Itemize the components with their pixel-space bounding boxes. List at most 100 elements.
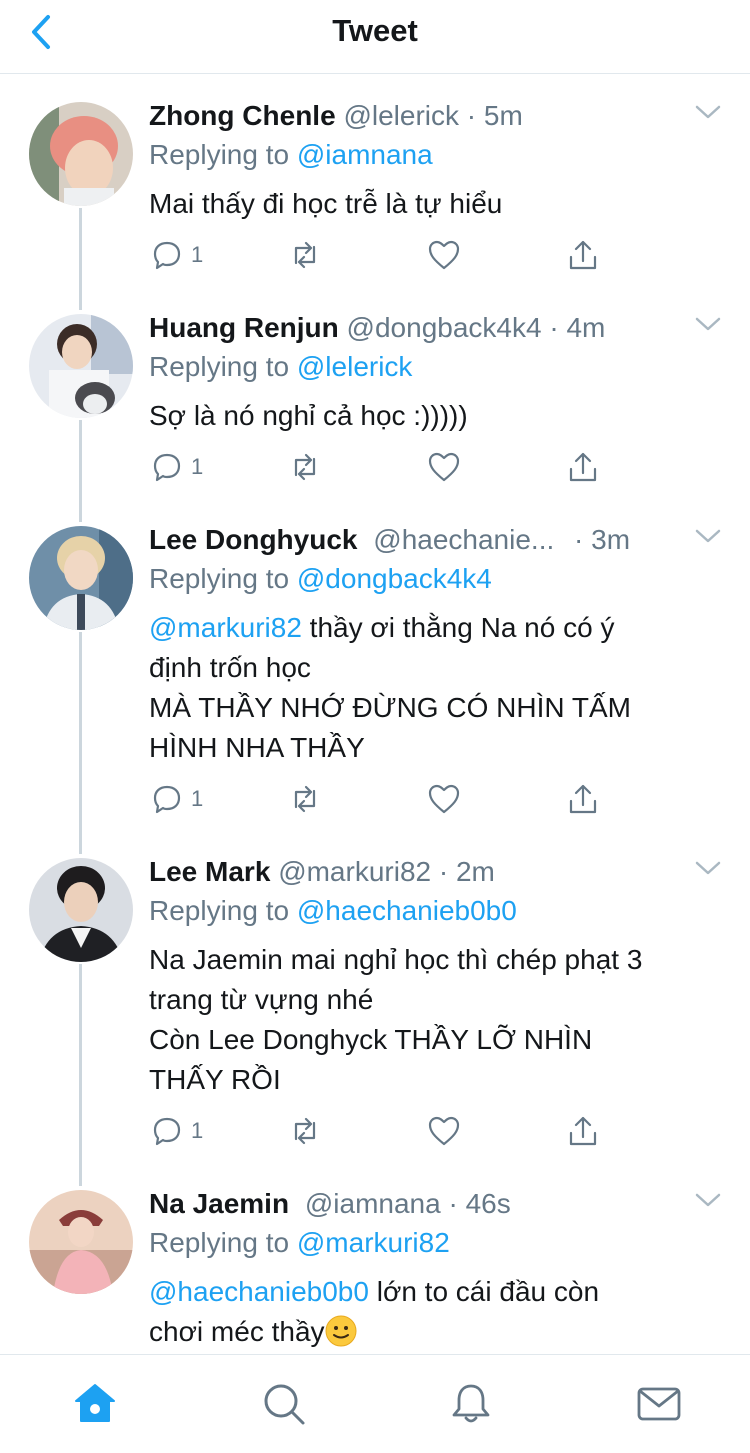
reply-button[interactable]: 1 <box>149 1111 203 1151</box>
timestamp: 2m <box>455 856 495 887</box>
slightly-smiling-face-icon <box>325 1315 357 1347</box>
replying-to-link[interactable]: @lelerick <box>297 351 413 382</box>
replying-to-link[interactable]: @dongback4k4 <box>297 563 492 594</box>
tweet-text: @markuri82 thầy ơi thằng Na nó có ý định… <box>149 608 729 768</box>
timestamp: 3m <box>591 524 631 555</box>
thread-connector <box>79 208 82 310</box>
chevron-down-icon[interactable] <box>694 526 722 546</box>
replying-to-label: Replying to <box>149 1227 290 1258</box>
reply-button[interactable]: 1 <box>149 235 203 275</box>
tweet-header: Lee Mark @markuri82 · 2m <box>149 854 690 890</box>
timestamp: 5m <box>483 100 523 131</box>
replying-to: Replying to @haechanieb0b0 <box>149 893 517 929</box>
separator-dot: · <box>574 524 584 555</box>
share-button[interactable] <box>565 1111 601 1151</box>
heart-icon <box>428 1116 460 1146</box>
replying-to: Replying to @markuri82 <box>149 1225 450 1261</box>
messages-icon <box>637 1387 681 1421</box>
retweet-button[interactable] <box>287 1111 323 1151</box>
avatar-photo <box>29 102 133 206</box>
retweet-button[interactable] <box>287 447 323 487</box>
avatar[interactable] <box>29 526 133 630</box>
replying-to-label: Replying to <box>149 563 290 594</box>
tweet-text-segment: chơi méc thầy <box>149 1316 325 1347</box>
retweet-icon <box>294 785 316 813</box>
tweet-text: Na Jaemin mai nghỉ học thì chép phạt 3 t… <box>149 940 729 1100</box>
display-name[interactable]: Lee Mark <box>149 856 270 887</box>
tweet-actions: 1 <box>149 1111 619 1151</box>
display-name[interactable]: Zhong Chenle <box>149 100 336 131</box>
reply-count: 1 <box>191 454 204 479</box>
tweet-text: @haechanieb0b0 lớn to cái đầu còn chơi m… <box>149 1272 729 1352</box>
tweet-text-line: HÌNH NHA THẦY <box>149 732 365 763</box>
like-button[interactable] <box>426 235 462 275</box>
bottom-tab-bar <box>0 1354 750 1453</box>
replying-to-link[interactable]: @markuri82 <box>297 1227 450 1258</box>
chevron-down-icon[interactable] <box>694 858 722 878</box>
replying-to-link[interactable]: @iamnana <box>297 139 433 170</box>
chevron-down-icon[interactable] <box>694 1190 722 1210</box>
retweet-button[interactable] <box>287 235 323 275</box>
tab-home[interactable] <box>72 1381 118 1427</box>
reply-button[interactable]: 1 <box>149 447 203 487</box>
replying-to-label: Replying to <box>149 895 290 926</box>
share-button[interactable] <box>565 779 601 819</box>
avatar[interactable] <box>29 102 133 206</box>
reply-icon <box>153 241 181 270</box>
tab-messages[interactable] <box>636 1381 682 1427</box>
avatar-photo <box>29 526 133 630</box>
tweet-text: Sợ là nó nghỉ cả học :))))) <box>149 396 729 436</box>
top-bar: Tweet <box>0 0 750 74</box>
tweet-header: Huang Renjun @dongback4k4 · 4m <box>149 310 690 346</box>
like-button[interactable] <box>426 779 462 819</box>
tab-notifications[interactable] <box>448 1381 494 1427</box>
reply-count: 1 <box>191 242 204 267</box>
avatar[interactable] <box>29 858 133 962</box>
retweet-button[interactable] <box>287 779 323 819</box>
thread-connector <box>79 964 82 1186</box>
home-icon <box>75 1384 115 1422</box>
user-handle[interactable]: @markuri82 <box>278 856 431 887</box>
like-button[interactable] <box>426 447 462 487</box>
tweet-text-line: Mai thấy đi học trễ là tự hiểu <box>149 188 503 219</box>
replying-to: Replying to @iamnana <box>149 137 433 173</box>
heart-icon <box>428 240 460 270</box>
share-button[interactable] <box>565 447 601 487</box>
user-handle[interactable]: @haechanie... <box>373 524 554 555</box>
like-button[interactable] <box>426 1111 462 1151</box>
chevron-down-icon[interactable] <box>694 102 722 122</box>
tweet-text-segment: thầy ơi thằng Na nó có ý <box>301 612 615 643</box>
replying-to-link[interactable]: @haechanieb0b0 <box>297 895 517 926</box>
reply-icon <box>153 785 181 814</box>
user-handle[interactable]: @dongback4k4 <box>347 312 542 343</box>
reply-count: 1 <box>191 1118 204 1143</box>
tweet-text-line: MÀ THẦY NHỚ ĐỪNG CÓ NHÌN TẤM <box>149 692 631 723</box>
avatar[interactable] <box>29 1190 133 1294</box>
reply-button[interactable]: 1 <box>149 779 203 819</box>
tweet-actions: 1 <box>149 779 619 819</box>
display-name[interactable]: Na Jaemin <box>149 1188 289 1219</box>
tab-search[interactable] <box>261 1381 307 1427</box>
avatar[interactable] <box>29 314 133 418</box>
reply-icon <box>153 1117 181 1146</box>
share-icon <box>569 784 597 814</box>
notifications-icon <box>452 1384 490 1423</box>
separator-dot: · <box>448 1188 458 1219</box>
replying-to-label: Replying to <box>149 139 290 170</box>
chevron-down-icon[interactable] <box>694 314 722 334</box>
share-button[interactable] <box>565 235 601 275</box>
share-icon <box>569 1116 597 1146</box>
user-handle[interactable]: @lelerick <box>343 100 459 131</box>
tweet-text-line: chơi méc thầy <box>149 1312 729 1352</box>
user-handle[interactable]: @iamnana <box>305 1188 441 1219</box>
tweet-text: Mai thấy đi học trễ là tự hiểu <box>149 184 729 224</box>
display-name[interactable]: Huang Renjun <box>149 312 339 343</box>
tweet-text-line: định trốn học <box>149 652 311 683</box>
mention-link[interactable]: @markuri82 <box>149 612 302 643</box>
separator-dot: · <box>549 312 559 343</box>
separator-dot: · <box>466 100 477 131</box>
display-name[interactable]: Lee Donghyuck <box>149 524 357 555</box>
mention-link[interactable]: @haechanieb0b0 <box>149 1276 369 1307</box>
avatar-photo <box>29 1190 133 1294</box>
thread-connector <box>79 632 82 854</box>
